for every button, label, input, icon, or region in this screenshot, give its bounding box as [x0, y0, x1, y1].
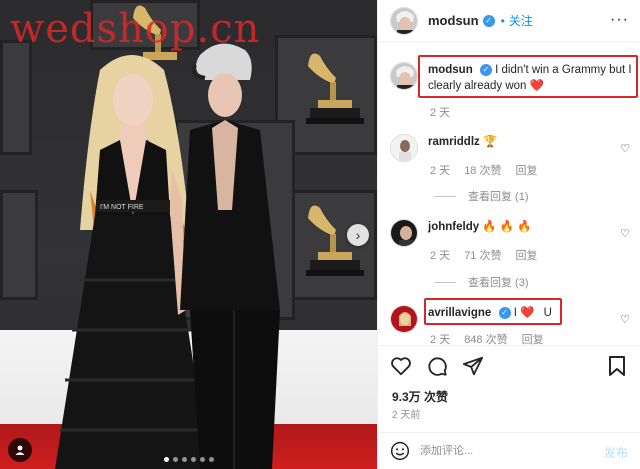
shirt-print: I'M NOT FIRE [100, 204, 144, 211]
view-replies-label: 查看回复 (1) [468, 191, 529, 203]
next-image-button[interactable]: › [347, 224, 369, 246]
emoji-icon[interactable] [390, 441, 410, 461]
caption-highlight-box [418, 55, 638, 98]
comment-text: 🔥 🔥 🔥 [482, 221, 532, 233]
follow-button[interactable]: 关注 [509, 12, 533, 29]
dot-separator: • [500, 13, 505, 28]
likes-count[interactable]: 9.3万 次赞 [392, 388, 448, 405]
divider-line [434, 281, 456, 283]
watermark-text: wedshop.cn [10, 6, 261, 52]
carousel-dot [172, 457, 178, 462]
modsun-avatar-icon [391, 7, 417, 34]
view-replies-button[interactable]: 查看回复 (3) [434, 274, 529, 290]
like-comment-icon[interactable]: ♡ [620, 142, 630, 155]
ramriddlz-avatar-icon [391, 135, 417, 161]
comment-text: 🏆 [482, 136, 498, 148]
divider-line [434, 195, 456, 197]
carousel-dot [190, 457, 196, 462]
like-comment-icon[interactable]: ♡ [620, 227, 630, 240]
paper-plane-icon[interactable] [462, 355, 484, 377]
caption-time: 2 天 [430, 107, 451, 119]
comment-text-block: ramriddlz 🏆 [428, 134, 497, 162]
carousel-dot [199, 457, 205, 462]
post-actions [378, 345, 640, 385]
author-username[interactable]: modsun [428, 13, 479, 28]
comment-highlight-box [424, 298, 562, 325]
comment-time: 2 天 [430, 165, 451, 177]
commenter-avatar[interactable] [390, 305, 418, 333]
comment-composer [378, 432, 640, 469]
carousel-dot [208, 457, 214, 462]
more-options-icon[interactable]: ··· [610, 11, 629, 29]
backdrop-panel [0, 40, 32, 155]
post-photo[interactable]: I'M NOT FIRE wedshop.cn › [0, 0, 377, 469]
comment-likes[interactable]: 18 次赞 [464, 165, 501, 177]
comment-likes[interactable]: 71 次赞 [464, 250, 501, 262]
verified-badge-icon: ✓ [482, 14, 495, 27]
comment-username[interactable]: johnfeldy [428, 221, 479, 233]
modsun-avatar-icon [391, 63, 417, 89]
comment-username[interactable]: ramriddlz [428, 136, 480, 148]
post-side-panel: modsun ✓ • 关注 ··· modsun ✓ I didn't win … [377, 0, 640, 469]
comment-input[interactable] [420, 445, 590, 457]
user-tag-icon [15, 445, 25, 455]
caption-avatar[interactable] [390, 62, 418, 90]
comment-meta: 2 天 18 次赞 回复 [430, 162, 551, 178]
posted-time: 2 天前 [392, 410, 421, 421]
comment-text-block: johnfeldy 🔥 🔥 🔥 [428, 219, 532, 247]
carousel-indicator [0, 457, 377, 462]
comment-item: ramriddlz 🏆 [390, 134, 635, 162]
comment-bubble-icon[interactable] [426, 355, 448, 377]
heart-outline-icon[interactable] [390, 355, 412, 377]
bookmark-icon[interactable] [608, 356, 626, 376]
reply-button[interactable]: 回复 [515, 250, 537, 262]
like-comment-icon[interactable]: ♡ [620, 313, 630, 326]
carousel-dot [163, 457, 169, 462]
reply-button[interactable]: 回复 [515, 165, 537, 177]
comment-meta: 2 天 71 次赞 回复 [430, 247, 551, 263]
commenter-avatar[interactable] [390, 219, 418, 247]
comment-time: 2 天 [430, 250, 451, 262]
carousel-dot [181, 457, 187, 462]
author-avatar[interactable] [390, 6, 418, 35]
avrillavigne-avatar-icon [391, 306, 417, 332]
post-comment-button[interactable]: 发布 [604, 444, 628, 461]
post-header: modsun ✓ • 关注 ··· [378, 0, 640, 42]
couple-figures: I'M NOT FIRE [55, 43, 280, 469]
view-replies-button[interactable]: 查看回复 (1) [434, 188, 529, 204]
grammy-trophy-icon [306, 53, 364, 124]
commenter-avatar[interactable] [390, 134, 418, 162]
view-replies-label: 查看回复 (3) [468, 277, 529, 289]
comment-item: johnfeldy 🔥 🔥 🔥 [390, 219, 635, 247]
johnfeldy-avatar-icon [391, 220, 417, 246]
backdrop-panel [0, 190, 38, 300]
